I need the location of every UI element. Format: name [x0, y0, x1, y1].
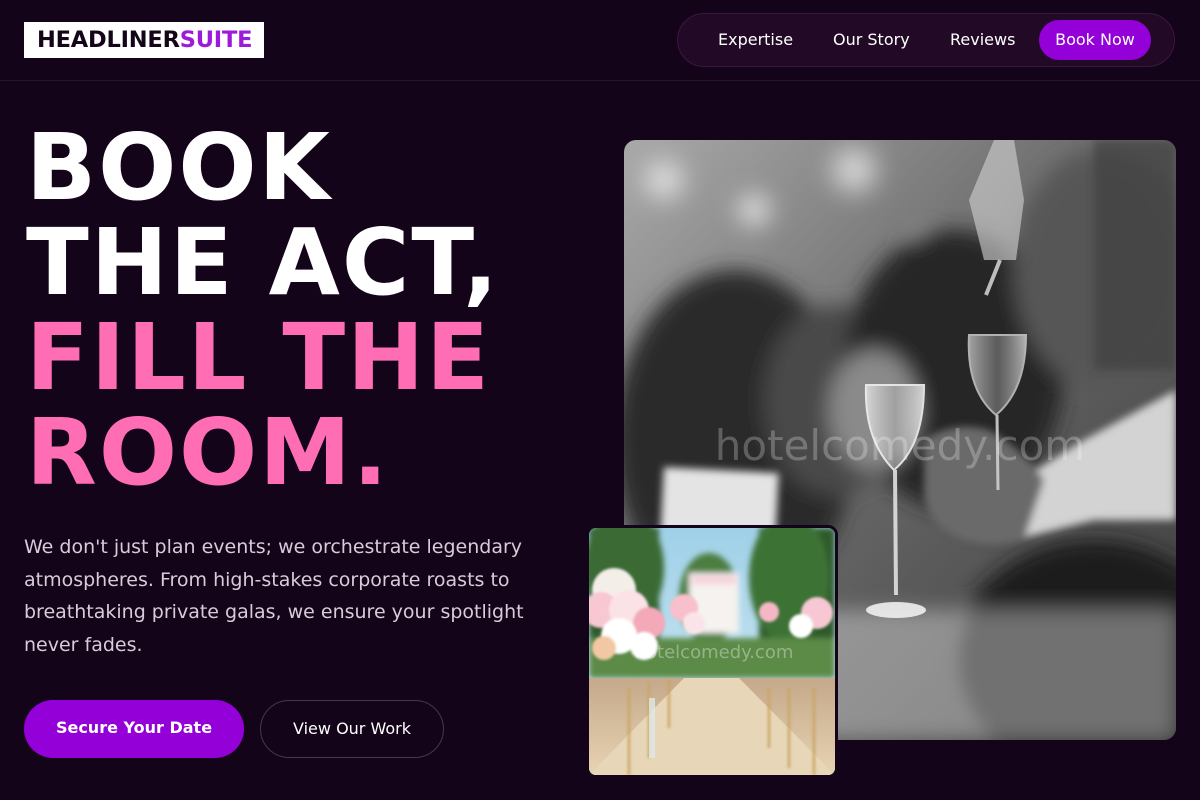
- nav-link-reviews[interactable]: Reviews: [950, 14, 1015, 66]
- hero-headline-line-1: BOOK: [26, 114, 332, 221]
- site-header: HEADLINER SUITE Expertise Our Story Revie…: [0, 0, 1200, 81]
- brand-logo-part1: HEADLINER: [37, 26, 180, 53]
- secure-your-date-button[interactable]: Secure Your Date: [24, 700, 244, 758]
- wedding-photo-image: hotelcomedy.com: [589, 528, 835, 775]
- hero-headline: BOOK THE ACT, FILL THE ROOM.: [26, 120, 500, 500]
- hero-photo-wedding: hotelcomedy.com: [586, 525, 838, 778]
- brand-logo-part2: SUITE: [179, 26, 253, 53]
- view-our-work-button[interactable]: View Our Work: [260, 700, 444, 758]
- book-now-button[interactable]: Book Now: [1039, 20, 1151, 60]
- landing-page: HEADLINER SUITE Expertise Our Story Revie…: [0, 0, 1200, 800]
- brand-logo[interactable]: HEADLINER SUITE: [24, 22, 264, 58]
- small-photo-watermark: hotelcomedy.com: [635, 642, 794, 663]
- main-photo-watermark: hotelcomedy.com: [715, 421, 1085, 470]
- hero-headline-line-3: FILL THE: [26, 304, 491, 411]
- hero-intro-text: We don't just plan events; we orchestrat…: [24, 536, 524, 656]
- hero-headline-line-2: THE ACT,: [26, 209, 500, 316]
- nav-link-expertise[interactable]: Expertise: [718, 14, 793, 66]
- main-nav: Expertise Our Story Reviews Book Now: [677, 13, 1175, 67]
- nav-link-our-story[interactable]: Our Story: [833, 14, 910, 66]
- hero-headline-line-4: ROOM.: [26, 399, 390, 506]
